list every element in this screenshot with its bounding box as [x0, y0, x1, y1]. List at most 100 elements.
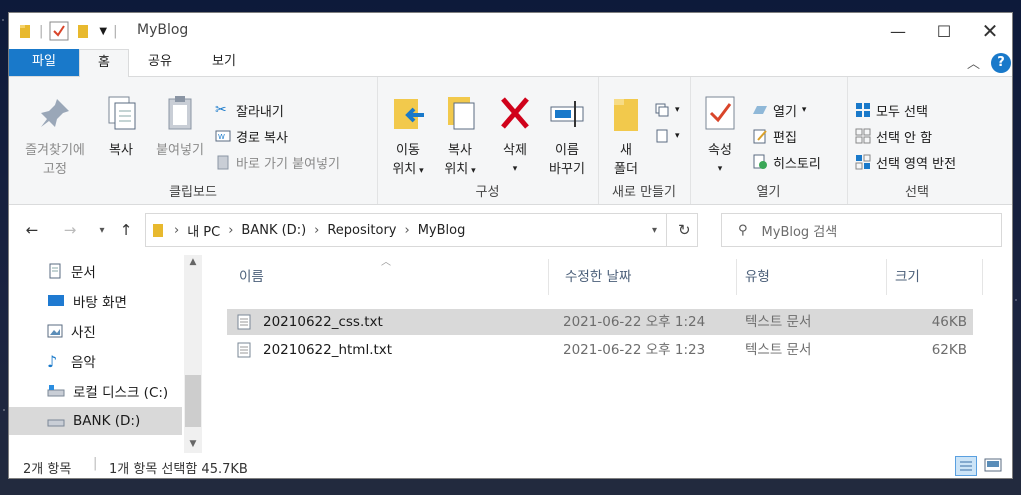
- search-icon: ⚲: [738, 222, 748, 238]
- copy-path-icon: W: [215, 130, 231, 142]
- new-item-button[interactable]: ▾: [654, 99, 680, 121]
- nav-item-desktop[interactable]: 바탕 화면: [9, 287, 182, 315]
- select-none-button[interactable]: 선택 안 함: [855, 125, 932, 147]
- refresh-icon[interactable]: ↻: [678, 221, 691, 239]
- copy-button[interactable]: 복사: [99, 93, 143, 160]
- open-icon: [753, 106, 767, 114]
- pin-to-quick-access-button[interactable]: 즐겨찾기에 고정: [13, 93, 97, 179]
- select-all-button[interactable]: 모두 선택: [855, 99, 928, 121]
- nav-item-documents[interactable]: 문서: [9, 257, 182, 285]
- desktop-icon: [48, 295, 64, 306]
- address-dropdown-icon[interactable]: ▾: [652, 225, 657, 236]
- recent-locations-chevron-icon[interactable]: ▾: [89, 218, 115, 242]
- scroll-down-icon[interactable]: ▼: [184, 439, 202, 449]
- file-name: 20210622_css.txt: [263, 314, 383, 330]
- navigation-pane: 문서 바탕 화면 사진 ♪ 음악 로컬 디스크 (C:) BANK (D:) ▲…: [9, 255, 205, 453]
- customize-toolbar-icon[interactable]: ▼: [99, 26, 107, 37]
- breadcrumb-repository[interactable]: Repository: [327, 223, 396, 238]
- new-folder-icon: [614, 99, 638, 131]
- breadcrumb-bank-drive[interactable]: BANK (D:): [241, 223, 306, 238]
- scroll-up-icon[interactable]: ▲: [184, 257, 202, 267]
- edit-button[interactable]: 편집: [752, 125, 797, 147]
- file-list: ︿ 이름 수정한 날짜 유형 크기 20210622_css.txt 2021-…: [205, 255, 1012, 453]
- clipboard-group-label: 클립보드: [169, 185, 217, 200]
- edit-icon: [753, 129, 767, 144]
- search-box[interactable]: ⚲ MyBlog 검색: [721, 213, 1002, 247]
- scissors-icon: ✂: [215, 102, 227, 118]
- close-button[interactable]: ✕: [967, 13, 1012, 49]
- file-type: 텍스트 문서: [745, 342, 812, 358]
- collapse-ribbon-icon[interactable]: ︿: [967, 53, 980, 72]
- invert-selection-button[interactable]: 선택 영역 반전: [855, 151, 956, 173]
- rename-button[interactable]: 이름 바꾸기: [543, 93, 591, 179]
- breadcrumb-myblog[interactable]: MyBlog: [418, 223, 466, 238]
- properties-button[interactable]: 속성 ▾: [698, 93, 742, 179]
- history-button[interactable]: 히스토리: [752, 151, 821, 173]
- new-group-label: 새로 만들기: [612, 185, 676, 200]
- large-icons-view-icon[interactable]: [983, 456, 1005, 476]
- pin-icon: [41, 99, 69, 127]
- status-bar: 2개 항목 | 1개 항목 선택함 45.7KB: [9, 453, 1012, 478]
- tab-home[interactable]: 홈: [79, 49, 129, 77]
- delete-x-icon: [501, 97, 529, 129]
- tab-share[interactable]: 공유: [135, 49, 185, 76]
- details-view-icon[interactable]: [955, 456, 977, 476]
- item-count: 2개 항목: [23, 462, 72, 477]
- delete-button[interactable]: 삭제 ▾: [495, 93, 535, 179]
- easy-access-button[interactable]: ▾: [654, 125, 680, 147]
- paste-button[interactable]: 붙여넣기: [147, 93, 213, 160]
- move-to-button[interactable]: 이동 위치 ▾: [385, 93, 431, 181]
- select-all-icon: [856, 103, 870, 117]
- minimize-button[interactable]: —: [875, 13, 921, 49]
- copy-to-button[interactable]: 복사 위치 ▾: [437, 93, 483, 181]
- documents-icon: [49, 263, 61, 279]
- table-row[interactable]: 20210622_css.txt 2021-06-22 오후 1:24 텍스트 …: [227, 309, 973, 335]
- scrollbar-thumb[interactable]: [185, 375, 201, 427]
- drive-icon: [47, 419, 65, 427]
- column-header-size[interactable]: 크기: [887, 259, 983, 295]
- address-bar[interactable]: › 내 PC › BANK (D:) › Repository › MyBlog…: [145, 213, 698, 247]
- file-date: 2021-06-22 오후 1:24: [563, 314, 706, 330]
- up-arrow-icon[interactable]: ↑: [113, 218, 139, 242]
- open-button[interactable]: 열기 ▾: [752, 99, 806, 121]
- help-icon[interactable]: ?: [991, 53, 1011, 73]
- ribbon: 즐겨찾기에 고정 복사 붙여넣기 ✂ 잘라내기 W 경로 복사 바로 가기 붙여…: [9, 77, 1012, 205]
- rename-icon: [550, 101, 584, 127]
- nav-item-pictures[interactable]: 사진: [9, 317, 182, 345]
- search-input[interactable]: MyBlog 검색: [762, 221, 838, 240]
- selection-info: 1개 항목 선택함 45.7KB: [109, 462, 248, 477]
- forward-arrow-icon[interactable]: →: [57, 218, 83, 242]
- cut-button[interactable]: ✂ 잘라내기: [215, 99, 284, 121]
- nav-pane-scrollbar[interactable]: ▲ ▼: [184, 255, 202, 453]
- column-header-type[interactable]: 유형: [737, 259, 887, 295]
- breadcrumb-my-pc[interactable]: 내 PC: [187, 221, 220, 240]
- move-to-icon: [394, 99, 424, 129]
- nav-item-music[interactable]: ♪ 음악: [9, 347, 182, 375]
- column-header-name[interactable]: 이름: [231, 259, 549, 295]
- paste-icon: [168, 96, 192, 130]
- organize-group-label: 구성: [475, 185, 500, 200]
- maximize-button[interactable]: ☐: [921, 13, 967, 49]
- nav-item-bank-d[interactable]: BANK (D:): [9, 407, 182, 435]
- properties-icon: [705, 96, 735, 130]
- column-header-date[interactable]: 수정한 날짜: [557, 259, 737, 295]
- title-bar: | ▼ | MyBlog — ☐ ✕: [9, 13, 1012, 49]
- pictures-icon: [47, 324, 63, 338]
- easy-access-icon: [656, 129, 668, 143]
- table-row[interactable]: 20210622_html.txt 2021-06-22 오후 1:23 텍스트…: [227, 337, 973, 363]
- file-size: 46KB: [931, 314, 967, 330]
- nav-item-local-disk-c[interactable]: 로컬 디스크 (C:): [9, 377, 182, 405]
- ribbon-tabs: 파일 홈 공유 보기 ︿ ?: [9, 49, 1012, 77]
- drive-icon: [47, 385, 65, 397]
- tab-file[interactable]: 파일: [9, 49, 79, 76]
- copy-path-button[interactable]: W 경로 복사: [215, 125, 288, 147]
- open-group: 속성 ▾ 열기 ▾ 편집 히스토리 열기: [690, 77, 848, 204]
- properties-check-icon[interactable]: [49, 21, 69, 41]
- new-folder-button[interactable]: 새 폴더: [606, 93, 646, 179]
- tab-view[interactable]: 보기: [199, 49, 249, 76]
- new-folder-icon[interactable]: [77, 23, 91, 39]
- paste-shortcut-button[interactable]: 바로 가기 붙여넣기: [215, 151, 340, 173]
- back-arrow-icon[interactable]: ←: [19, 218, 45, 242]
- copy-icon: [108, 96, 136, 130]
- text-file-icon: [237, 342, 251, 358]
